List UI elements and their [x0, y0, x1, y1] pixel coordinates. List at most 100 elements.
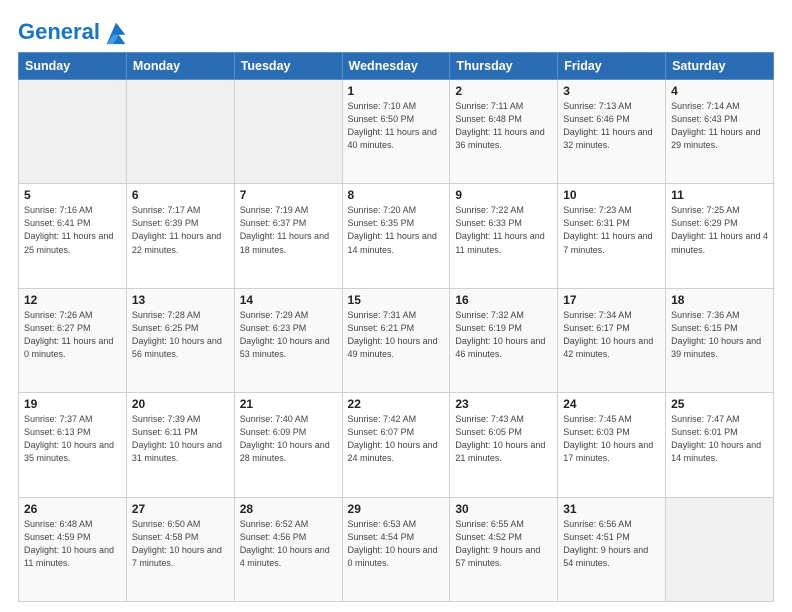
calendar-cell: 22Sunrise: 7:42 AM Sunset: 6:07 PM Dayli…	[342, 393, 450, 497]
calendar-cell: 12Sunrise: 7:26 AM Sunset: 6:27 PM Dayli…	[19, 288, 127, 392]
day-number: 4	[671, 84, 768, 98]
day-info: Sunrise: 7:32 AM Sunset: 6:19 PM Dayligh…	[455, 309, 552, 361]
calendar-cell: 5 Sunrise: 7:16 AM Sunset: 6:41 PM Daylig…	[19, 184, 127, 288]
day-number: 22	[348, 397, 445, 411]
day-number: 3	[563, 84, 660, 98]
day-info: Sunrise: 7:39 AM Sunset: 6:11 PM Dayligh…	[132, 413, 229, 465]
calendar-cell: 10Sunrise: 7:23 AM Sunset: 6:31 PM Dayli…	[558, 184, 666, 288]
calendar-week-row: 12Sunrise: 7:26 AM Sunset: 6:27 PM Dayli…	[19, 288, 774, 392]
day-info: Sunrise: 7:47 AM Sunset: 6:01 PM Dayligh…	[671, 413, 768, 465]
day-info: Sunrise: 6:55 AM Sunset: 4:52 PM Dayligh…	[455, 518, 552, 570]
day-info: Sunrise: 6:52 AM Sunset: 4:56 PM Dayligh…	[240, 518, 337, 570]
day-number: 21	[240, 397, 337, 411]
day-number: 7	[240, 188, 337, 202]
calendar-week-row: 26 Sunrise: 6:48 AM Sunset: 4:59 PM Dayli…	[19, 497, 774, 601]
day-info: Sunrise: 7:11 AM Sunset: 6:48 PM Dayligh…	[455, 100, 552, 152]
calendar-cell	[234, 80, 342, 184]
calendar-cell: 19 Sunrise: 7:37 AM Sunset: 6:13 PM Dayli…	[19, 393, 127, 497]
col-wednesday: Wednesday	[342, 53, 450, 80]
day-info: Sunrise: 6:48 AM Sunset: 4:59 PM Dayligh…	[24, 518, 121, 570]
calendar-week-row: 19 Sunrise: 7:37 AM Sunset: 6:13 PM Dayli…	[19, 393, 774, 497]
calendar-cell: 31Sunrise: 6:56 AM Sunset: 4:51 PM Dayli…	[558, 497, 666, 601]
day-number: 18	[671, 293, 768, 307]
day-info: Sunrise: 7:34 AM Sunset: 6:17 PM Dayligh…	[563, 309, 660, 361]
calendar-cell: 7Sunrise: 7:19 AM Sunset: 6:37 PM Daylig…	[234, 184, 342, 288]
calendar-cell: 11 Sunrise: 7:25 AM Sunset: 6:29 PM Dayli…	[666, 184, 774, 288]
calendar-cell: 1 Sunrise: 7:10 AM Sunset: 6:50 PM Daylig…	[342, 80, 450, 184]
calendar-cell: 28 Sunrise: 6:52 AM Sunset: 4:56 PM Dayli…	[234, 497, 342, 601]
calendar-cell: 23 Sunrise: 7:43 AM Sunset: 6:05 PM Dayli…	[450, 393, 558, 497]
day-info: Sunrise: 7:31 AM Sunset: 6:21 PM Dayligh…	[348, 309, 445, 361]
day-info: Sunrise: 7:25 AM Sunset: 6:29 PM Dayligh…	[671, 204, 768, 256]
day-number: 19	[24, 397, 121, 411]
day-number: 28	[240, 502, 337, 516]
day-info: Sunrise: 6:53 AM Sunset: 4:54 PM Dayligh…	[348, 518, 445, 570]
day-number: 11	[671, 188, 768, 202]
logo-icon	[102, 18, 130, 46]
calendar-cell: 3Sunrise: 7:13 AM Sunset: 6:46 PM Daylig…	[558, 80, 666, 184]
day-info: Sunrise: 7:16 AM Sunset: 6:41 PM Dayligh…	[24, 204, 121, 256]
calendar-cell: 21 Sunrise: 7:40 AM Sunset: 6:09 PM Dayli…	[234, 393, 342, 497]
calendar-cell: 6 Sunrise: 7:17 AM Sunset: 6:39 PM Daylig…	[126, 184, 234, 288]
day-number: 5	[24, 188, 121, 202]
calendar-cell	[126, 80, 234, 184]
day-info: Sunrise: 7:26 AM Sunset: 6:27 PM Dayligh…	[24, 309, 121, 361]
day-number: 30	[455, 502, 552, 516]
calendar-cell	[666, 497, 774, 601]
day-number: 16	[455, 293, 552, 307]
day-info: Sunrise: 7:20 AM Sunset: 6:35 PM Dayligh…	[348, 204, 445, 256]
col-tuesday: Tuesday	[234, 53, 342, 80]
col-thursday: Thursday	[450, 53, 558, 80]
calendar-cell: 16 Sunrise: 7:32 AM Sunset: 6:19 PM Dayli…	[450, 288, 558, 392]
day-info: Sunrise: 7:43 AM Sunset: 6:05 PM Dayligh…	[455, 413, 552, 465]
day-number: 9	[455, 188, 552, 202]
day-number: 26	[24, 502, 121, 516]
header: General	[18, 18, 774, 42]
calendar-table: Sunday Monday Tuesday Wednesday Thursday…	[18, 52, 774, 602]
day-number: 17	[563, 293, 660, 307]
day-info: Sunrise: 7:17 AM Sunset: 6:39 PM Dayligh…	[132, 204, 229, 256]
day-number: 8	[348, 188, 445, 202]
calendar-cell: 30 Sunrise: 6:55 AM Sunset: 4:52 PM Dayli…	[450, 497, 558, 601]
day-info: Sunrise: 7:28 AM Sunset: 6:25 PM Dayligh…	[132, 309, 229, 361]
day-number: 24	[563, 397, 660, 411]
day-info: Sunrise: 7:36 AM Sunset: 6:15 PM Dayligh…	[671, 309, 768, 361]
day-info: Sunrise: 7:29 AM Sunset: 6:23 PM Dayligh…	[240, 309, 337, 361]
day-number: 27	[132, 502, 229, 516]
col-friday: Friday	[558, 53, 666, 80]
day-info: Sunrise: 7:22 AM Sunset: 6:33 PM Dayligh…	[455, 204, 552, 256]
page: General Sunday Monday Tuesday Wednes	[0, 0, 792, 612]
day-number: 20	[132, 397, 229, 411]
calendar-cell: 9 Sunrise: 7:22 AM Sunset: 6:33 PM Daylig…	[450, 184, 558, 288]
day-info: Sunrise: 7:10 AM Sunset: 6:50 PM Dayligh…	[348, 100, 445, 152]
day-info: Sunrise: 7:37 AM Sunset: 6:13 PM Dayligh…	[24, 413, 121, 465]
day-number: 15	[348, 293, 445, 307]
day-info: Sunrise: 7:45 AM Sunset: 6:03 PM Dayligh…	[563, 413, 660, 465]
calendar-cell: 14Sunrise: 7:29 AM Sunset: 6:23 PM Dayli…	[234, 288, 342, 392]
day-number: 1	[348, 84, 445, 98]
calendar-cell: 18 Sunrise: 7:36 AM Sunset: 6:15 PM Dayli…	[666, 288, 774, 392]
calendar-cell: 2Sunrise: 7:11 AM Sunset: 6:48 PM Daylig…	[450, 80, 558, 184]
calendar-cell: 8 Sunrise: 7:20 AM Sunset: 6:35 PM Daylig…	[342, 184, 450, 288]
calendar-cell: 4Sunrise: 7:14 AM Sunset: 6:43 PM Daylig…	[666, 80, 774, 184]
col-sunday: Sunday	[19, 53, 127, 80]
col-monday: Monday	[126, 53, 234, 80]
calendar-cell: 17 Sunrise: 7:34 AM Sunset: 6:17 PM Dayli…	[558, 288, 666, 392]
day-number: 25	[671, 397, 768, 411]
day-number: 6	[132, 188, 229, 202]
day-number: 23	[455, 397, 552, 411]
calendar-cell: 24 Sunrise: 7:45 AM Sunset: 6:03 PM Dayli…	[558, 393, 666, 497]
day-info: Sunrise: 6:50 AM Sunset: 4:58 PM Dayligh…	[132, 518, 229, 570]
logo: General	[18, 18, 130, 42]
calendar-cell	[19, 80, 127, 184]
day-number: 31	[563, 502, 660, 516]
day-info: Sunrise: 7:40 AM Sunset: 6:09 PM Dayligh…	[240, 413, 337, 465]
calendar-week-row: 1 Sunrise: 7:10 AM Sunset: 6:50 PM Daylig…	[19, 80, 774, 184]
calendar-cell: 29 Sunrise: 6:53 AM Sunset: 4:54 PM Dayli…	[342, 497, 450, 601]
day-number: 10	[563, 188, 660, 202]
day-number: 29	[348, 502, 445, 516]
calendar-cell: 27 Sunrise: 6:50 AM Sunset: 4:58 PM Dayli…	[126, 497, 234, 601]
calendar-cell: 26 Sunrise: 6:48 AM Sunset: 4:59 PM Dayli…	[19, 497, 127, 601]
calendar-cell: 13Sunrise: 7:28 AM Sunset: 6:25 PM Dayli…	[126, 288, 234, 392]
calendar-cell: 15 Sunrise: 7:31 AM Sunset: 6:21 PM Dayli…	[342, 288, 450, 392]
